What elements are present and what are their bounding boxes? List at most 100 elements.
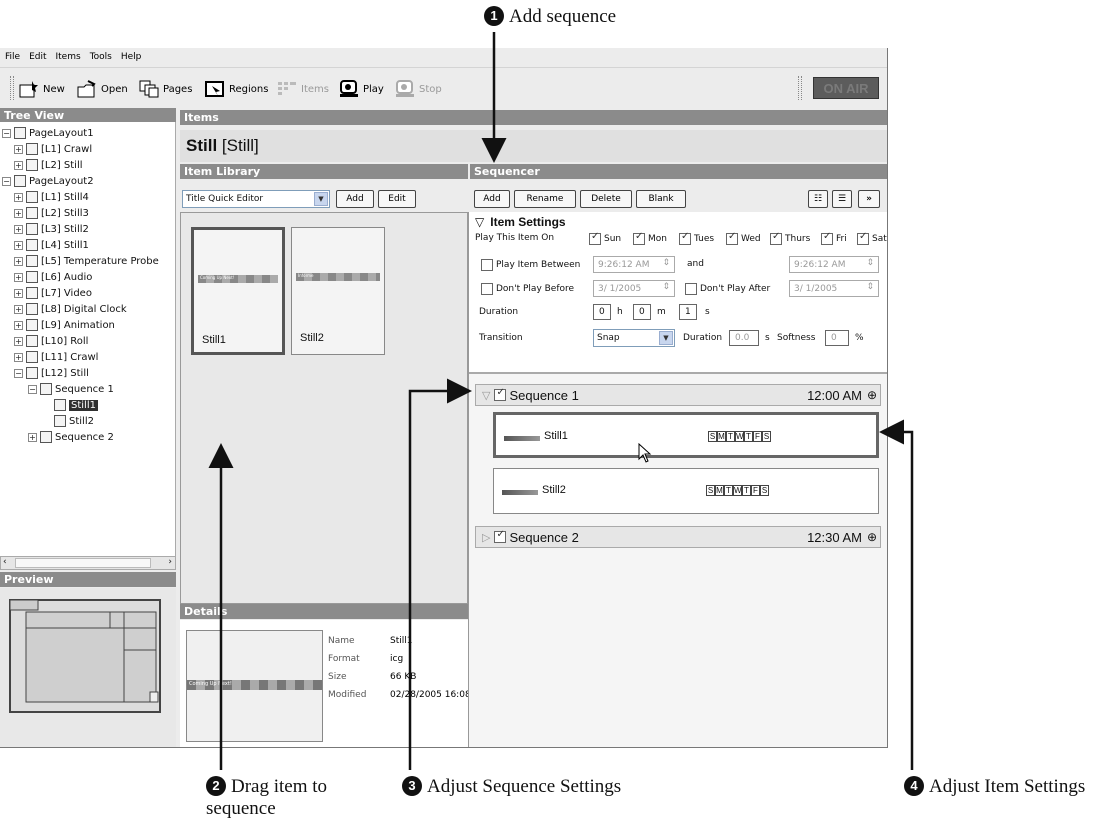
tree-node[interactable]: + [L9] Animation	[14, 318, 115, 332]
list-view-icon[interactable]: ☰	[832, 190, 852, 208]
spinner-icon[interactable]: ⇕	[662, 258, 670, 268]
regions-button[interactable]: Regions	[204, 77, 268, 101]
details-view-icon[interactable]: ☷	[808, 190, 828, 208]
play-between-checkbox[interactable]: Play Item Between	[481, 259, 580, 271]
expand-icon[interactable]: +	[14, 320, 23, 330]
new-button[interactable]: New	[18, 77, 65, 101]
expand-icon[interactable]: +	[14, 304, 23, 314]
library-add-button[interactable]: Add	[336, 190, 374, 208]
expand-icon[interactable]: +	[14, 352, 23, 362]
duration-minutes-input[interactable]: 0	[633, 304, 651, 320]
checkbox-icon[interactable]	[857, 231, 869, 245]
spinner-icon[interactable]: ⇕	[662, 282, 670, 292]
tree-node[interactable]: + [L2] Still	[14, 158, 83, 172]
tree-node-selected[interactable]: Still1	[54, 398, 98, 412]
collapse-triangle-icon[interactable]: ▽	[482, 389, 490, 402]
tree-horizontal-scrollbar[interactable]: ‹ ›	[0, 556, 176, 570]
item-settings-title[interactable]: ▽ Item Settings	[475, 215, 566, 229]
expand-icon[interactable]: +	[14, 336, 23, 346]
stop-button[interactable]: Stop	[394, 77, 442, 101]
day-checkbox-sat[interactable]: Sat	[857, 231, 887, 245]
sequence-checkbox[interactable]	[494, 529, 507, 543]
expand-triangle-icon[interactable]: ▷	[482, 531, 490, 544]
sequence-item[interactable]: Still2 SMTWTFS	[493, 468, 879, 514]
chevron-down-icon[interactable]: ▼	[659, 331, 673, 345]
pages-button[interactable]: Pages	[138, 77, 192, 101]
editor-dropdown[interactable]: Title Quick Editor ▼	[182, 190, 330, 208]
sequencer-delete-button[interactable]: Delete	[580, 190, 632, 208]
menu-help[interactable]: Help	[116, 48, 146, 62]
tree-node[interactable]: + [L8] Digital Clock	[14, 302, 127, 316]
expand-icon[interactable]: +	[14, 240, 23, 250]
tree-node[interactable]: − PageLayout1	[2, 126, 94, 140]
checkbox-icon[interactable]	[633, 231, 645, 245]
tree-node[interactable]: Still2	[54, 414, 94, 428]
expand-icon[interactable]: +	[14, 272, 23, 282]
checkbox-icon[interactable]	[685, 283, 697, 295]
expand-icon[interactable]: +	[14, 192, 23, 202]
sequencer-blank-button[interactable]: Blank	[636, 190, 686, 208]
library-thumb-selected[interactable]: Coming Up Next! Still1	[191, 227, 285, 355]
duration-seconds-input[interactable]: 1	[679, 304, 697, 320]
day-checkbox-sun[interactable]: Sun	[589, 231, 621, 245]
collapse-icon[interactable]: −	[2, 176, 11, 186]
sequencer-rename-button[interactable]: Rename	[514, 190, 576, 208]
tree-node[interactable]: + [L7] Video	[14, 286, 92, 300]
menu-tools[interactable]: Tools	[85, 48, 116, 62]
checkbox-icon[interactable]	[589, 231, 601, 245]
dont-play-after-checkbox[interactable]: Don't Play After	[685, 283, 770, 295]
spinner-icon[interactable]: ⇕	[866, 258, 874, 268]
day-checkbox-mon[interactable]: Mon	[633, 231, 667, 245]
menu-items[interactable]: Items	[51, 48, 85, 62]
collapse-icon[interactable]: −	[14, 368, 23, 378]
collapse-triangle-icon[interactable]: ▽	[475, 215, 484, 229]
date-from-input[interactable]: 3/ 1/2005 ⇕	[593, 280, 675, 297]
sequence-header[interactable]: ▷ Sequence 2 12:30 AM ⊕	[475, 526, 881, 548]
day-checkbox-thurs[interactable]: Thurs	[770, 231, 810, 245]
checkbox-icon[interactable]	[481, 283, 493, 295]
checkbox-icon[interactable]	[821, 231, 833, 245]
expand-icon[interactable]: +	[14, 144, 23, 154]
spinner-icon[interactable]: ⇕	[866, 282, 874, 292]
collapse-icon[interactable]: −	[28, 384, 37, 394]
transition-dropdown[interactable]: Snap ▼	[593, 329, 675, 347]
menu-file[interactable]: File	[0, 48, 24, 62]
clock-icon[interactable]: ⊕	[867, 388, 877, 402]
date-to-input[interactable]: 3/ 1/2005 ⇕	[789, 280, 879, 297]
scroll-thumb[interactable]	[15, 558, 151, 568]
day-checkbox-wed[interactable]: Wed	[726, 231, 761, 245]
scroll-right-icon[interactable]: ›	[168, 557, 172, 567]
expand-icon[interactable]: +	[14, 160, 23, 170]
sequence-checkbox[interactable]	[494, 387, 507, 401]
library-edit-button[interactable]: Edit	[378, 190, 416, 208]
tree-node[interactable]: + [L5] Temperature Probe	[14, 254, 159, 268]
time-from-input[interactable]: 9:26:12 AM ⇕	[593, 256, 675, 273]
tree-node[interactable]: + [L2] Still3	[14, 206, 89, 220]
expand-panel-icon[interactable]: »	[858, 190, 880, 208]
chevron-down-icon[interactable]: ▼	[314, 192, 328, 206]
clock-icon[interactable]: ⊕	[867, 530, 877, 544]
expand-icon[interactable]: +	[14, 224, 23, 234]
tree-node[interactable]: + [L3] Still2	[14, 222, 89, 236]
tree-node[interactable]: + [L1] Crawl	[14, 142, 92, 156]
library-thumb[interactable]: Informe Still2	[291, 227, 385, 355]
expand-icon[interactable]: +	[28, 432, 37, 442]
play-button[interactable]: Play	[338, 77, 384, 101]
tree-node[interactable]: + [L4] Still1	[14, 238, 89, 252]
tree-node[interactable]: + Sequence 2	[28, 430, 114, 444]
tree-node[interactable]: + [L1] Still4	[14, 190, 89, 204]
sequencer-add-button[interactable]: Add	[474, 190, 510, 208]
open-button[interactable]: Open	[76, 77, 128, 101]
menu-edit[interactable]: Edit	[24, 48, 50, 62]
expand-icon[interactable]: +	[14, 288, 23, 298]
expand-icon[interactable]: +	[14, 256, 23, 266]
duration-hours-input[interactable]: 0	[593, 304, 611, 320]
tree-node[interactable]: + [L11] Crawl	[14, 350, 98, 364]
sequence-item-selected[interactable]: Still1 SMTWTFS	[493, 412, 879, 463]
tree-node[interactable]: + [L6] Audio	[14, 270, 92, 284]
day-checkbox-fri[interactable]: Fri	[821, 231, 847, 245]
expand-icon[interactable]: +	[14, 208, 23, 218]
tree-node[interactable]: + [L10] Roll	[14, 334, 88, 348]
checkbox-icon[interactable]	[679, 231, 691, 245]
checkbox-icon[interactable]	[770, 231, 782, 245]
